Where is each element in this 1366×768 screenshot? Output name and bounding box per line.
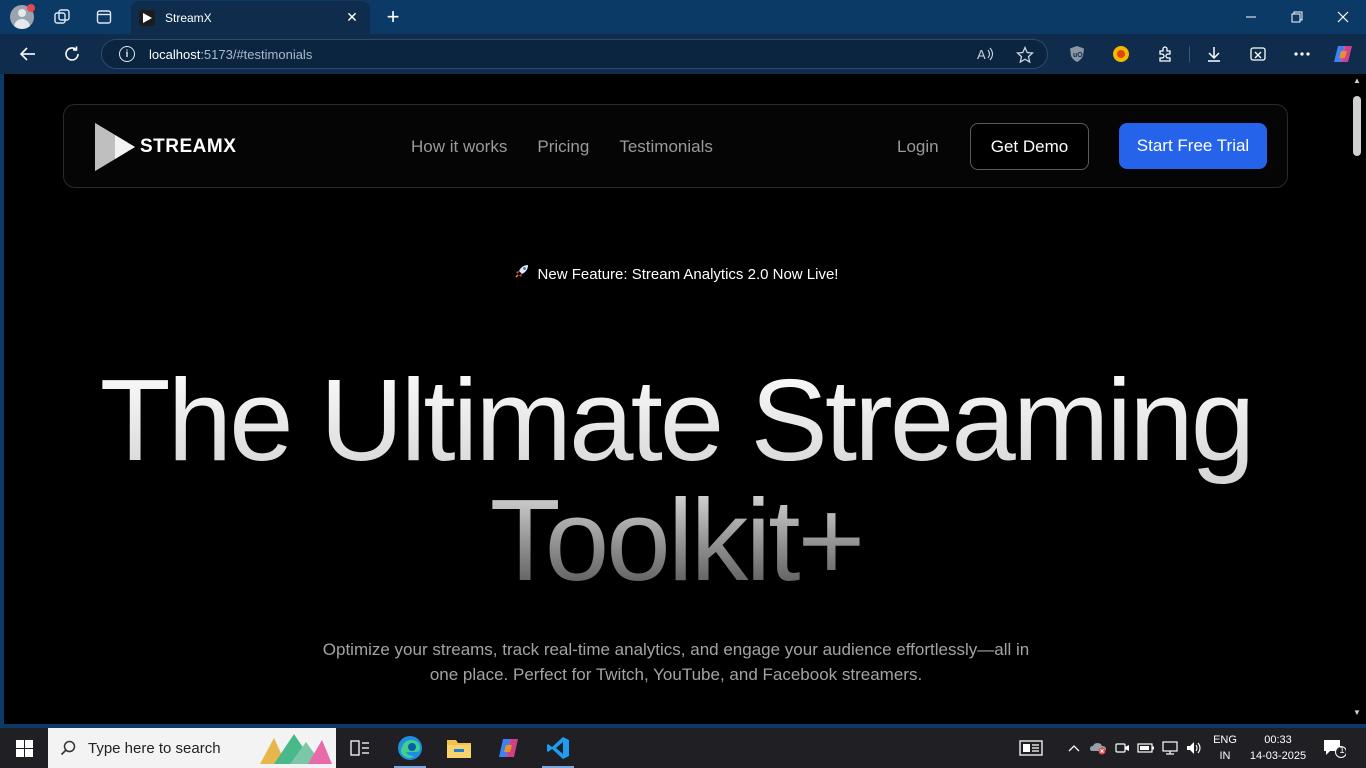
minimize-icon[interactable] (1228, 0, 1274, 34)
windows-taskbar: Type here to search ENG IN 00:33 14-03-2… (0, 728, 1366, 768)
favorite-icon[interactable] (1015, 45, 1035, 68)
profile-alert-dot (27, 4, 35, 12)
show-hidden-icons-icon[interactable] (1064, 728, 1084, 768)
start-button[interactable] (0, 728, 48, 768)
site-info-icon[interactable]: i (119, 46, 135, 62)
search-icon (48, 740, 88, 756)
close-window-icon[interactable] (1320, 0, 1366, 34)
tab-title: StreamX (165, 10, 212, 25)
notification-count: 1 (1339, 745, 1345, 755)
site-navbar: STREAMX How it works Pricing Testimonial… (63, 104, 1288, 188)
url-host: localhost (149, 46, 201, 62)
get-demo-button[interactable]: Get Demo (970, 123, 1089, 170)
copilot-icon[interactable] (1332, 43, 1354, 65)
task-view-icon[interactable] (336, 728, 384, 768)
language-region: IN (1219, 750, 1231, 762)
scrollbar-thumb[interactable] (1353, 96, 1361, 156)
network-icon[interactable] (1160, 728, 1180, 768)
volume-icon[interactable] (1184, 728, 1204, 768)
rocket-icon (514, 263, 530, 283)
windows-logo-icon (15, 739, 33, 757)
nav-link-how-it-works[interactable]: How it works (411, 137, 507, 157)
hero-subtitle: Optimize your streams, track real-time a… (322, 640, 1030, 684)
downloads-icon[interactable] (1203, 43, 1225, 65)
hero-title-line-1: The Ultimate Streaming (4, 356, 1348, 484)
battery-icon[interactable] (1136, 728, 1156, 768)
brand-logo[interactable]: STREAMX (94, 121, 236, 173)
language-code: ENG (1213, 734, 1237, 746)
svg-text:uO: uO (1073, 52, 1083, 59)
ublock-icon[interactable]: uO (1066, 43, 1088, 65)
input-language[interactable]: ENG IN (1208, 732, 1242, 764)
url-field[interactable]: i localhost :5173/#testimonials A (101, 39, 1048, 69)
file-explorer-icon[interactable] (435, 728, 483, 768)
url-path: :5173/#testimonials (200, 46, 313, 62)
notification-center-icon[interactable]: 1 (1322, 738, 1347, 758)
back-icon[interactable] (15, 42, 41, 66)
clock-time: 00:33 (1264, 734, 1292, 746)
news-widget-icon[interactable] (1016, 728, 1046, 768)
nav-link-pricing[interactable]: Pricing (537, 137, 589, 157)
workspaces-icon[interactable] (50, 5, 74, 29)
streamx-logo-icon (95, 123, 135, 171)
meet-now-icon[interactable] (1112, 728, 1132, 768)
page-scrollbar[interactable]: ▲ ▼ (1348, 74, 1366, 724)
screenshot-icon[interactable] (1247, 43, 1269, 65)
scroll-down-icon[interactable]: ▼ (1352, 708, 1362, 718)
onedrive-icon[interactable] (1088, 728, 1108, 768)
tab-streamx[interactable]: StreamX ✕ (131, 1, 370, 34)
web-page: STREAMX How it works Pricing Testimonial… (4, 74, 1348, 724)
feature-announcement[interactable]: New Feature: Stream Analytics 2.0 Now Li… (4, 263, 1348, 283)
system-clock[interactable]: 00:33 14-03-2025 (1244, 732, 1312, 764)
address-bar: i localhost :5173/#testimonials A uO (0, 34, 1366, 74)
start-free-trial-button[interactable]: Start Free Trial (1119, 123, 1267, 169)
close-tab-icon[interactable]: ✕ (344, 9, 360, 26)
extension-icon[interactable] (1110, 43, 1132, 65)
clock-date: 14-03-2025 (1249, 750, 1307, 762)
read-aloud-icon[interactable]: A (977, 46, 995, 66)
search-placeholder: Type here to search (88, 739, 221, 757)
new-tab-icon[interactable]: + (381, 4, 405, 29)
nav-links: How it works Pricing Testimonials (411, 137, 743, 157)
brand-name: STREAMX (140, 136, 237, 157)
refresh-icon[interactable] (59, 42, 85, 66)
svg-text:A: A (977, 47, 986, 62)
extensions-icon[interactable] (1154, 43, 1176, 65)
nav-link-testimonials[interactable]: Testimonials (619, 137, 713, 157)
restore-icon[interactable] (1274, 0, 1320, 34)
hero-title-line-2: Toolkit+ (4, 476, 1348, 604)
search-highlight-art-icon (260, 734, 332, 764)
login-link[interactable]: Login (897, 137, 939, 157)
copilot-taskbar-icon[interactable] (485, 728, 533, 768)
announcement-text: New Feature: Stream Analytics 2.0 Now Li… (537, 266, 839, 283)
streamx-favicon (139, 9, 155, 26)
vscode-icon[interactable] (534, 728, 582, 768)
edge-browser-icon[interactable] (386, 728, 434, 768)
scroll-up-icon[interactable]: ▲ (1352, 76, 1362, 86)
toolbar-divider (1189, 46, 1190, 62)
tab-actions-icon[interactable] (92, 5, 116, 29)
more-icon[interactable] (1291, 43, 1313, 65)
browser-tab-bar: StreamX ✕ + (0, 0, 1366, 34)
taskbar-search[interactable]: Type here to search (48, 728, 336, 768)
